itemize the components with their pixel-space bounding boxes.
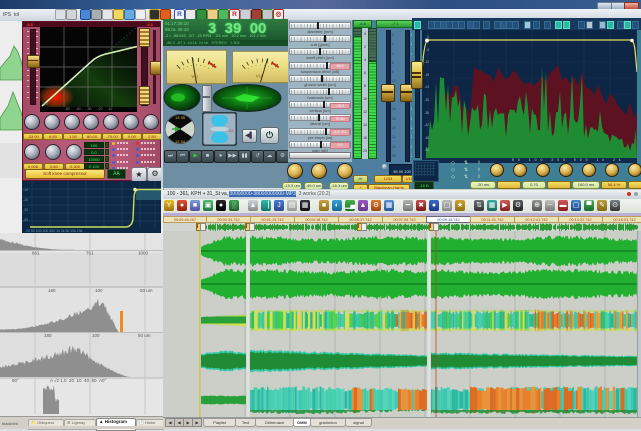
svg-text:50 um: 50 um: [140, 288, 153, 293]
svg-text:100: 100: [92, 333, 100, 338]
svg-text:-10: -10: [23, 188, 28, 192]
svg-text:100: 100: [95, 288, 103, 293]
svg-text:-50: -50: [42, 101, 49, 106]
svg-text:VU: VU: [256, 73, 262, 78]
svg-text:-40: -40: [23, 218, 28, 222]
svg-text:50 um: 50 um: [138, 333, 151, 338]
svg-text:180: 180: [48, 288, 56, 293]
svg-text:A √2 1.0 20 10 40 60 A0°: A √2 1.0 20 10 40 60 A0°: [50, 378, 107, 383]
svg-text:180: 180: [44, 333, 52, 338]
svg-text:VU: VU: [191, 74, 197, 79]
svg-text:-30: -30: [23, 208, 28, 212]
svg-text:-20: -20: [23, 198, 28, 202]
svg-text:20 50 100 200 500 1k 2k: 20 50 100 200 500 1k 2k 5k 10k 20k: [26, 229, 83, 233]
svg-text:861: 861: [32, 251, 40, 256]
svg-text:13 39: 13 39: [175, 115, 186, 120]
svg-text:12 34: 12 34: [175, 139, 186, 144]
svg-text:60°: 60°: [12, 378, 19, 383]
svg-text:1000: 1000: [138, 251, 149, 256]
svg-text:22: 22: [229, 128, 234, 133]
svg-text:761: 761: [86, 251, 94, 256]
